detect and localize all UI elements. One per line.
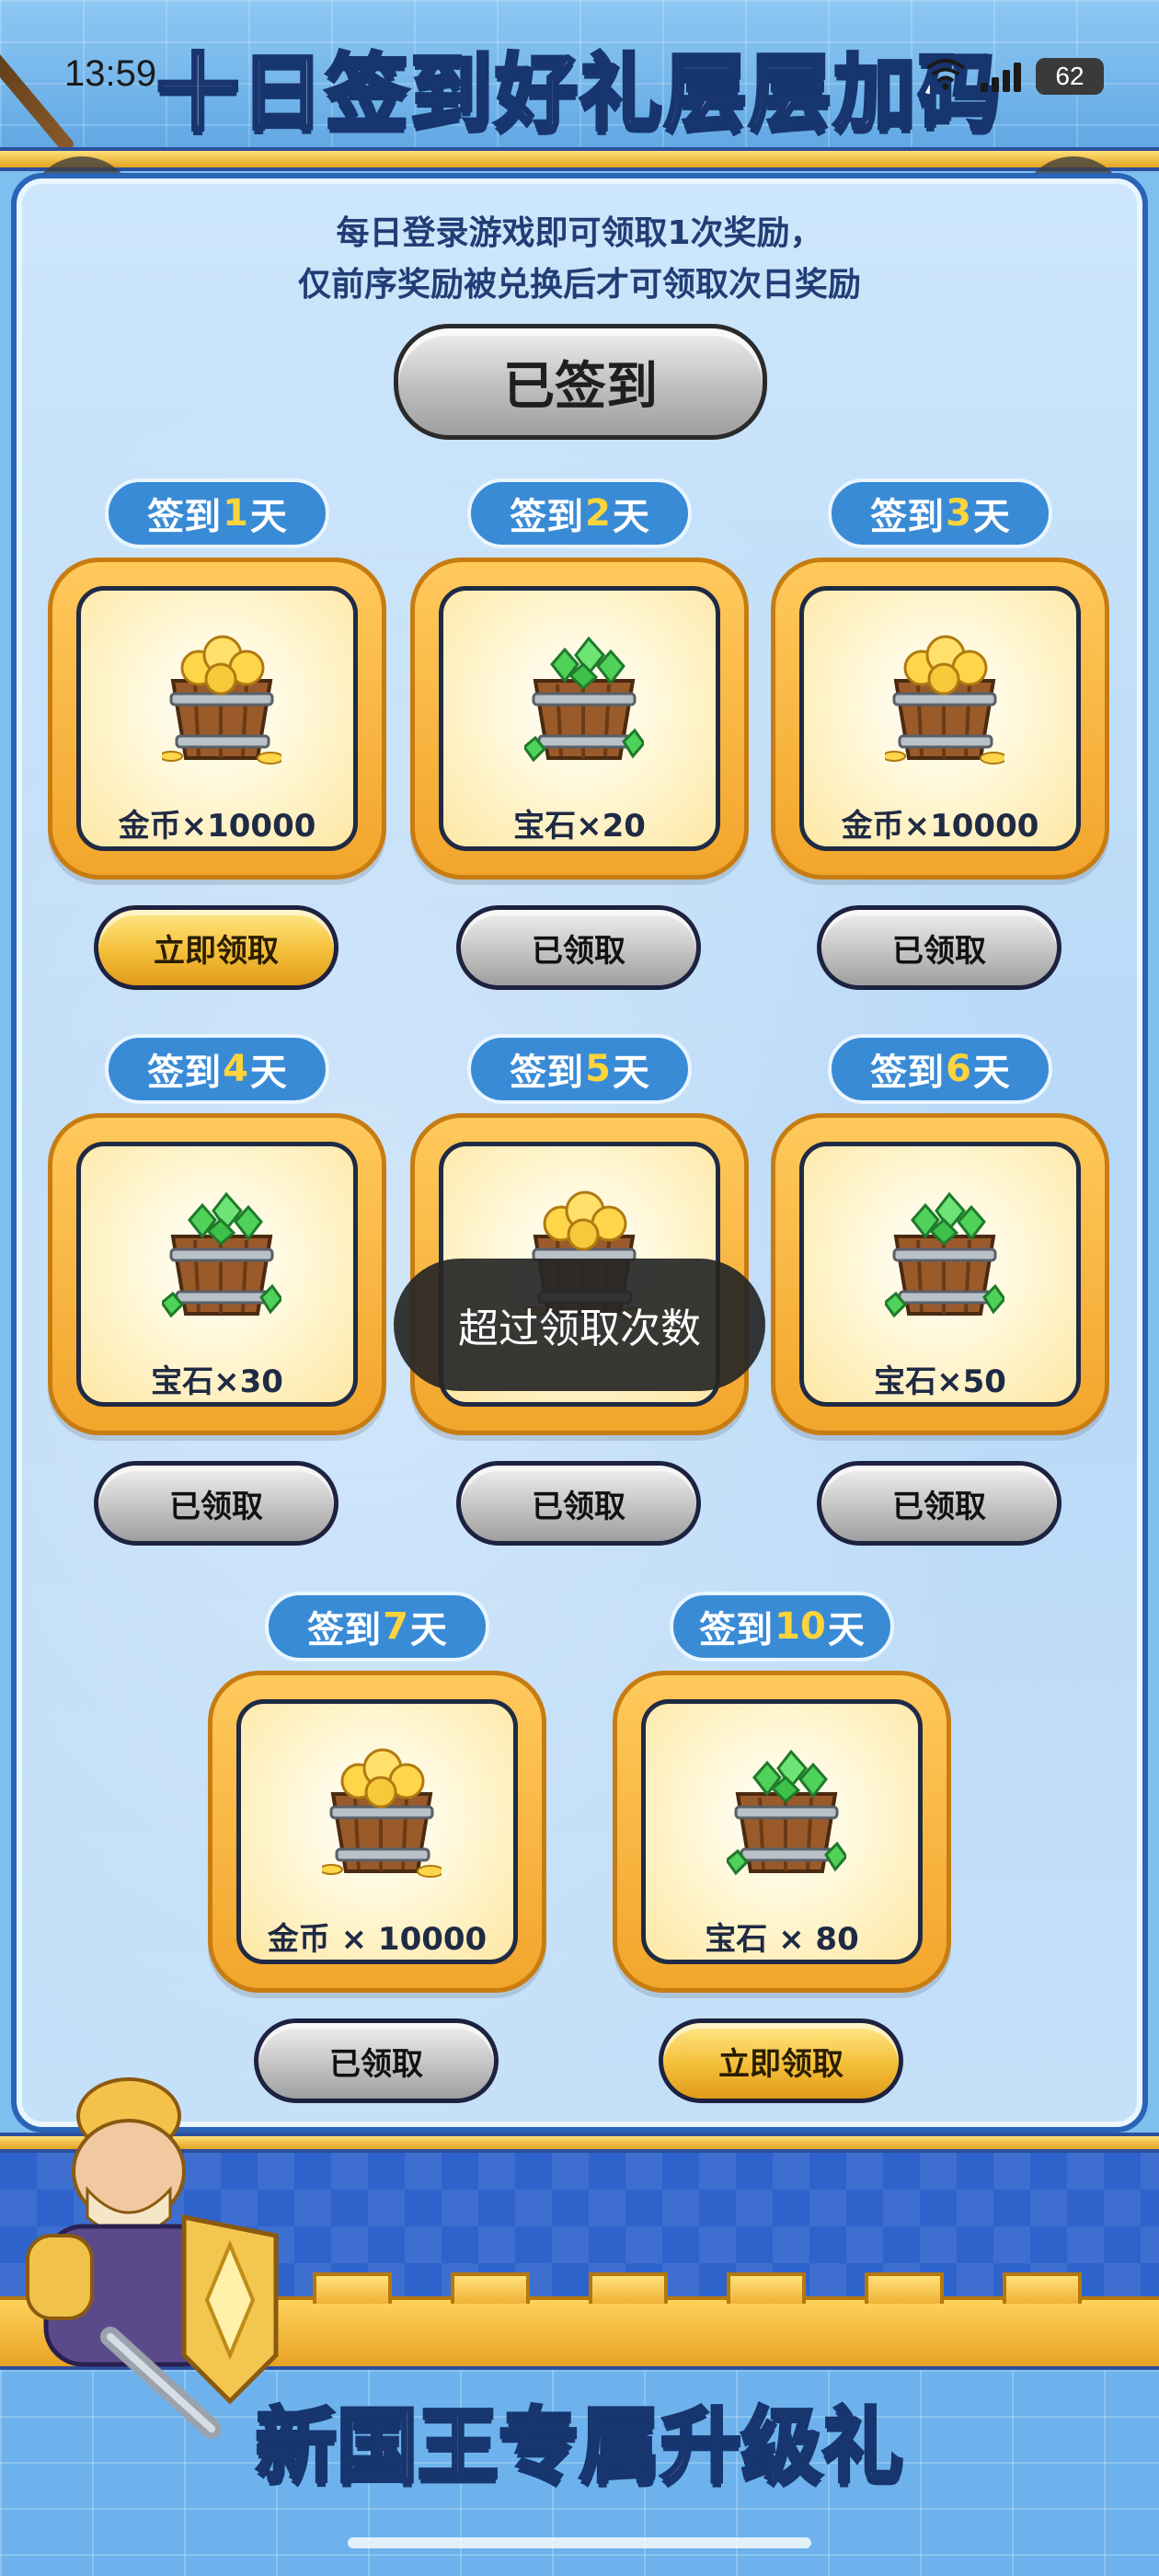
wifi-icon bbox=[925, 59, 966, 94]
notice-line-1: 每日登录游戏即可领取1次奖励， bbox=[336, 214, 823, 252]
day-label-number: 1 bbox=[223, 492, 248, 535]
notice-line-2: 仅前序奖励被兑换后才可领取次日奖励 bbox=[297, 266, 861, 304]
reward-amount: 宝石 × 80 bbox=[705, 1921, 859, 1958]
reward-card-inner: 宝石 × 80 bbox=[641, 1699, 923, 1964]
day-label-prefix: 签到 bbox=[510, 496, 584, 538]
day-label-2: 签到 2 天 bbox=[467, 478, 692, 548]
day-label-1: 签到 1 天 bbox=[105, 478, 329, 548]
claimed-button[interactable]: 已领取 bbox=[456, 1461, 701, 1546]
reward-card-day-6: 宝石×50 bbox=[771, 1113, 1109, 1435]
reward-card-inner: 宝石×20 bbox=[439, 586, 720, 851]
day-label-prefix: 签到 bbox=[147, 1052, 222, 1094]
day-label-7: 签到 7 天 bbox=[265, 1592, 489, 1662]
day-label-number: 6 bbox=[946, 1048, 971, 1090]
claim-now-button[interactable]: 立即领取 bbox=[94, 905, 339, 990]
reward-card-inner: 宝石×50 bbox=[799, 1142, 1081, 1407]
day-label-number: 7 bbox=[383, 1605, 408, 1648]
day-label-10: 签到 10 天 bbox=[670, 1592, 894, 1662]
day-label-suffix: 天 bbox=[249, 496, 287, 538]
day-label-suffix: 天 bbox=[827, 1609, 865, 1651]
day-label-number: 2 bbox=[585, 492, 611, 535]
day-label-number: 10 bbox=[775, 1605, 826, 1648]
reward-amount: 金币×10000 bbox=[118, 808, 316, 845]
status-icons: 62 bbox=[717, 55, 1104, 98]
signed-in-button[interactable]: 已签到 bbox=[394, 324, 767, 440]
day-label-number: 4 bbox=[223, 1048, 248, 1090]
day-label-3: 签到 3 天 bbox=[828, 478, 1052, 548]
day-label-prefix: 签到 bbox=[870, 496, 945, 538]
gold-strip bbox=[0, 147, 1159, 171]
reward-amount: 宝石×50 bbox=[874, 1363, 1006, 1400]
reward-amount: 金币 × 10000 bbox=[267, 1921, 488, 1958]
day-label-prefix: 签到 bbox=[307, 1609, 382, 1651]
day-label-suffix: 天 bbox=[972, 496, 1010, 538]
day-label-prefix: 签到 bbox=[147, 496, 222, 538]
knight-character-icon bbox=[26, 2077, 279, 2439]
reward-card-day-10: 宝石 × 80 bbox=[613, 1671, 951, 1993]
status-time: 13:59 bbox=[64, 53, 157, 94]
day-label-5: 签到 5 天 bbox=[467, 1034, 692, 1104]
reward-card-inner: 金币×10000 bbox=[799, 586, 1081, 851]
claimed-button[interactable]: 已领取 bbox=[817, 905, 1061, 990]
day-label-suffix: 天 bbox=[612, 1052, 649, 1094]
reward-card-day-4: 宝石×30 bbox=[48, 1113, 386, 1435]
signal-icon bbox=[981, 61, 1021, 92]
day-label-prefix: 签到 bbox=[510, 1052, 584, 1094]
day-label-suffix: 天 bbox=[409, 1609, 447, 1651]
toast-message: 超过领取次数 bbox=[394, 1259, 765, 1391]
day-label-6: 签到 6 天 bbox=[828, 1034, 1052, 1104]
claimed-button[interactable]: 已领取 bbox=[456, 905, 701, 990]
day-label-number: 3 bbox=[946, 492, 971, 535]
reward-card-inner: 宝石×30 bbox=[76, 1142, 358, 1407]
day-label-suffix: 天 bbox=[249, 1052, 287, 1094]
day-label-suffix: 天 bbox=[612, 496, 649, 538]
day-label-prefix: 签到 bbox=[699, 1609, 774, 1651]
rules-notice: 每日登录游戏即可领取1次奖励， 仅前序奖励被兑换后才可领取次日奖励 bbox=[0, 208, 1159, 311]
reward-amount: 金币×10000 bbox=[841, 808, 1039, 845]
day-label-number: 5 bbox=[585, 1048, 611, 1090]
day-label-4: 签到 4 天 bbox=[105, 1034, 329, 1104]
battery-indicator: 62 bbox=[1036, 58, 1104, 95]
reward-card-inner: 金币 × 10000 bbox=[236, 1699, 518, 1964]
reward-card-day-2: 宝石×20 bbox=[410, 558, 749, 880]
reward-card-day-7: 金币 × 10000 bbox=[208, 1671, 546, 1993]
reward-amount: 宝石×30 bbox=[151, 1363, 283, 1400]
reward-card-day-1: 金币×10000 bbox=[48, 558, 386, 880]
day-label-suffix: 天 bbox=[972, 1052, 1010, 1094]
reward-card-day-3: 金币×10000 bbox=[771, 558, 1109, 880]
day-label-prefix: 签到 bbox=[870, 1052, 945, 1094]
home-indicator bbox=[348, 2537, 811, 2548]
reward-card-inner: 金币×10000 bbox=[76, 586, 358, 851]
claimed-button[interactable]: 已领取 bbox=[817, 1461, 1061, 1546]
claim-now-button[interactable]: 立即领取 bbox=[659, 2018, 903, 2103]
claimed-button[interactable]: 已领取 bbox=[94, 1461, 339, 1546]
reward-amount: 宝石×20 bbox=[513, 808, 646, 845]
